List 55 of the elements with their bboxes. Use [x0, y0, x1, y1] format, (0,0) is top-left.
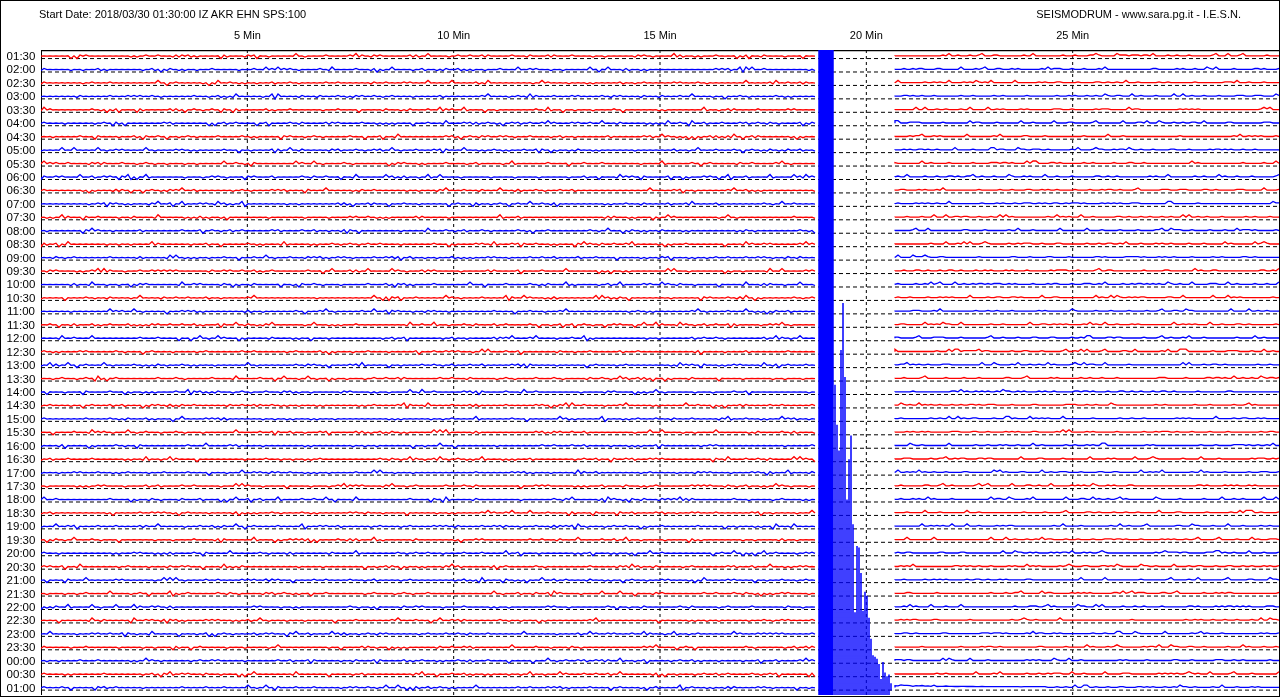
- time-label: 09:30: [5, 265, 37, 279]
- time-label: 10:30: [5, 291, 37, 306]
- time-label: 17:30: [5, 480, 37, 494]
- time-label: 10:00: [5, 278, 37, 292]
- time-label: 15:00: [5, 412, 37, 427]
- time-label: 05:00: [5, 144, 37, 158]
- time-label: 20:30: [5, 560, 37, 575]
- time-label: 06:00: [5, 170, 37, 185]
- minute-label: 15 Min: [643, 29, 677, 41]
- time-label: 11:00: [6, 305, 36, 319]
- time-label: 21:00: [5, 574, 37, 588]
- recording-info: Start Date: 2018/03/30 01:30:00 IZ AKR EHN SPS:100: [39, 8, 307, 20]
- time-label: 16:00: [5, 439, 37, 454]
- time-label: 04:30: [5, 130, 37, 145]
- time-label: 18:30: [5, 506, 37, 521]
- time-label: 00:30: [5, 668, 37, 682]
- time-label: 12:00: [5, 332, 37, 346]
- time-label: 07:30: [5, 211, 37, 225]
- time-label: 01:00: [5, 681, 37, 695]
- time-label: 08:30: [5, 238, 37, 252]
- time-label: 17:00: [5, 466, 37, 480]
- minute-label: 10 Min: [437, 29, 471, 41]
- time-label: 23:30: [5, 641, 37, 655]
- time-label: 05:30: [5, 157, 37, 171]
- time-label: 21:30: [5, 587, 37, 601]
- time-label: 12:30: [5, 345, 37, 360]
- minute-label: 5 Min: [233, 29, 261, 41]
- time-label: 23:00: [5, 627, 37, 642]
- time-label: 06:30: [5, 184, 37, 198]
- time-label: 13:30: [5, 372, 37, 386]
- time-label: 02:00: [5, 63, 37, 77]
- time-label: 16:30: [5, 453, 37, 467]
- time-label: 20:00: [5, 547, 37, 561]
- time-label: 00:00: [5, 654, 37, 669]
- minute-label: 25 Min: [1056, 29, 1090, 41]
- time-label: 03:00: [5, 90, 37, 104]
- time-label: 01:30: [5, 50, 37, 64]
- time-label: 14:30: [5, 399, 37, 413]
- time-label: 22:00: [5, 600, 37, 615]
- time-label: 18:00: [5, 493, 37, 507]
- time-label: 09:00: [5, 251, 37, 265]
- time-label: 02:30: [5, 76, 37, 91]
- time-label: 08:00: [5, 224, 37, 239]
- minute-label: 20 Min: [849, 29, 883, 41]
- time-label: 11:30: [6, 318, 36, 333]
- credit-text: SEISMODRUM - www.sara.pg.it - I.E.S.N.: [1036, 8, 1241, 20]
- time-label: 07:00: [5, 197, 37, 212]
- time-label: 14:00: [5, 385, 37, 400]
- time-label: 22:30: [5, 614, 37, 628]
- time-label: 13:00: [5, 359, 37, 373]
- time-label: 19:00: [5, 520, 37, 534]
- time-label: 19:30: [5, 533, 37, 548]
- time-label: 15:30: [5, 426, 37, 440]
- time-label: 03:30: [5, 103, 37, 118]
- time-label: 04:00: [5, 117, 37, 131]
